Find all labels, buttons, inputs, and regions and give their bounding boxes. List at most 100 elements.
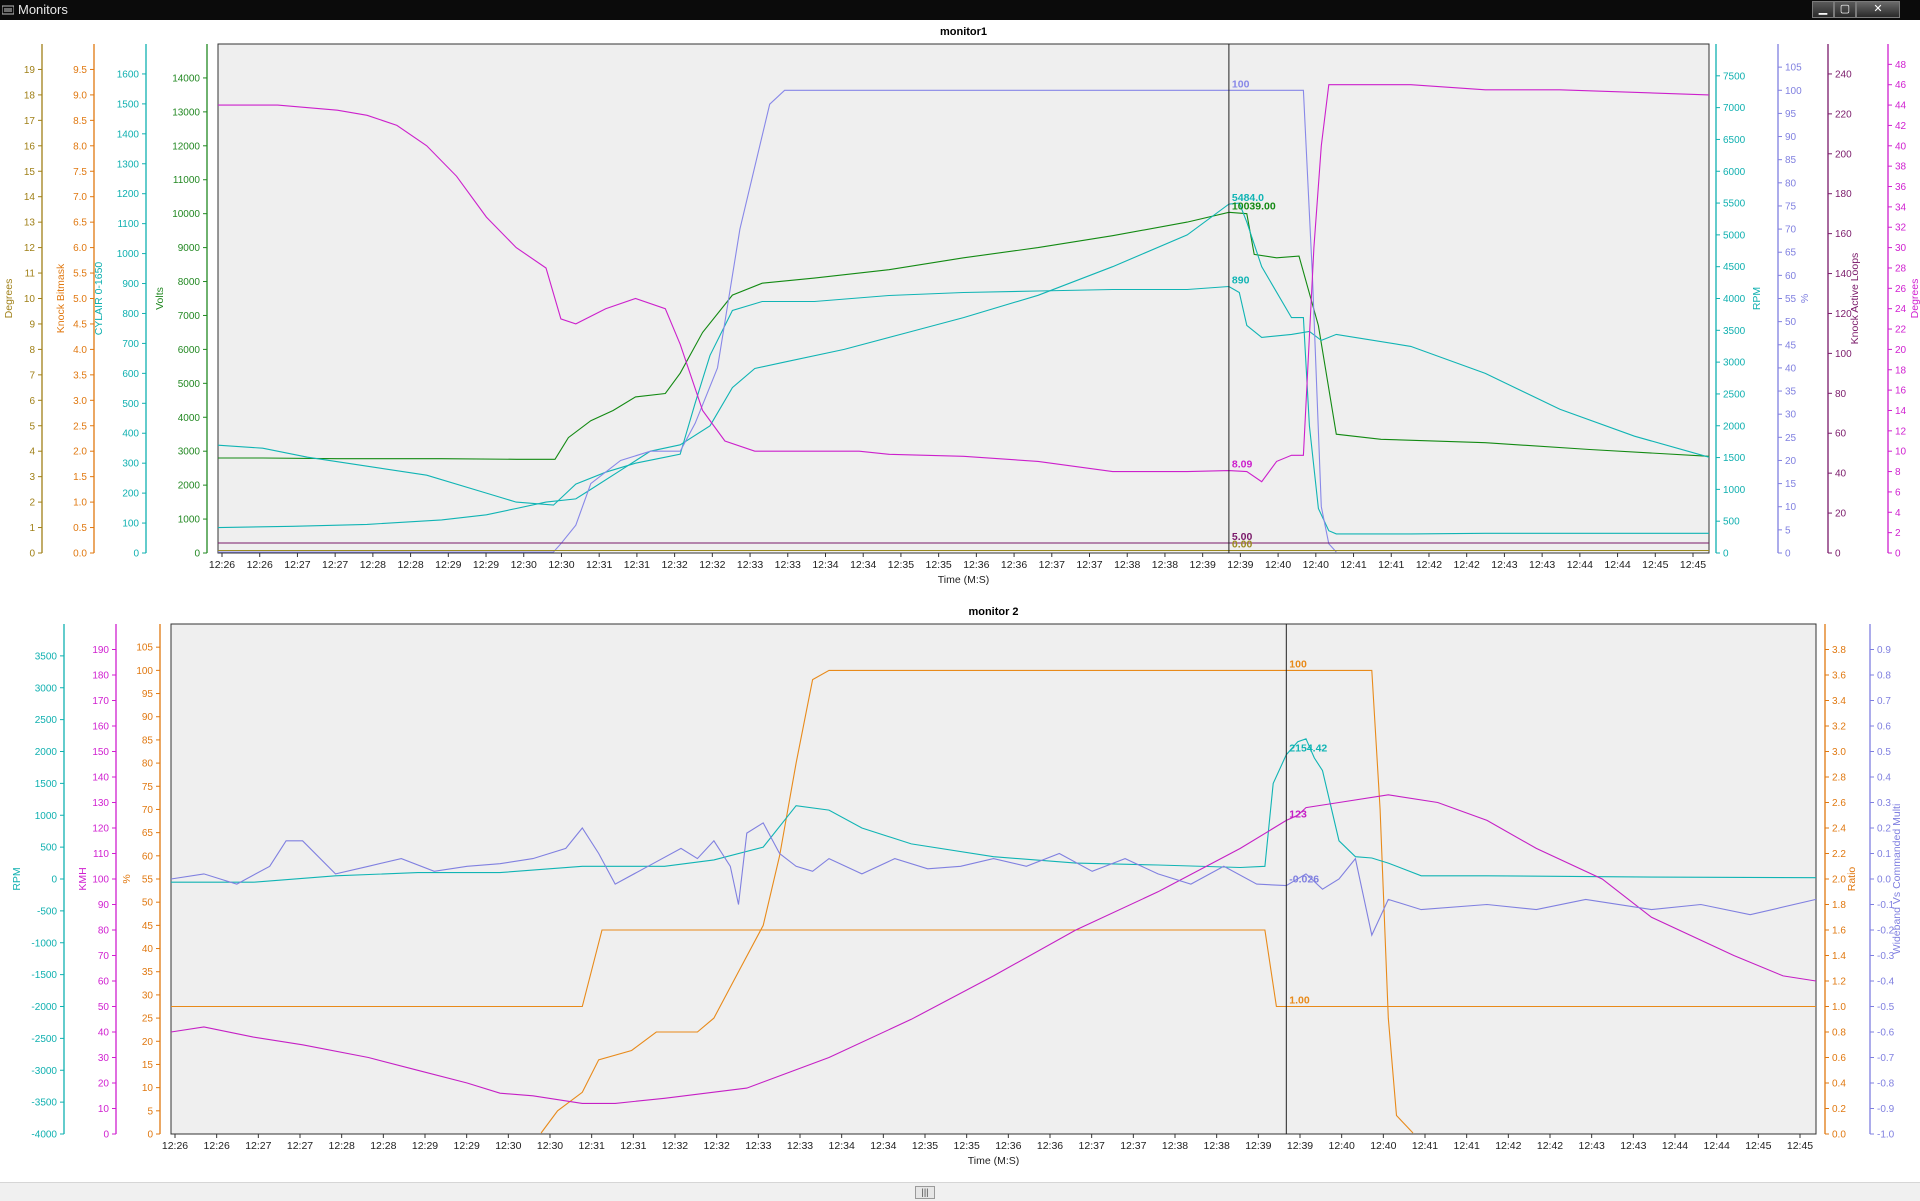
chart1-cursor-value: 5484.0: [1232, 192, 1264, 204]
chart1-ytick-label: 42: [1895, 121, 1907, 132]
chart2-ytick-label: -0.4: [1877, 977, 1895, 988]
chart2-ytick-label: 30: [142, 990, 154, 1001]
chart2-ytick-label: 45: [142, 921, 154, 932]
chart1-ytick-label: 2500: [1723, 389, 1746, 400]
chart2-xtick-label: 12:38: [1162, 1140, 1188, 1152]
chart1-xtick-label: 12:33: [737, 559, 763, 571]
chart2-ytick-label: -1500: [31, 970, 57, 981]
chart2-xtick-label: 12:27: [245, 1140, 271, 1152]
chart1-ytick-label: 12: [24, 243, 36, 254]
minimize-button[interactable]: ▁: [1812, 1, 1834, 18]
chart2-ytick-label: 100: [92, 875, 109, 886]
chart1-ytick-label: 7000: [178, 311, 201, 322]
chart2-ytick-label: 0: [103, 1130, 109, 1141]
chart1-ytick-label: 180: [1835, 189, 1852, 200]
chart1-ytick-label: 1600: [117, 69, 140, 80]
chart2-ytick-label: 70: [142, 805, 154, 816]
chart2-ytick-label: 160: [92, 722, 109, 733]
chart2-ytick-label: 0.5: [1877, 747, 1891, 758]
chart2-ytick-label: 85: [142, 735, 154, 746]
chart1-ytick-label: 7: [29, 370, 35, 381]
chart1-axis-label: Knock Bitmask: [55, 263, 67, 333]
chart1-ytick-label: 240: [1835, 69, 1852, 80]
chart2-ytick-label: -0.5: [1877, 1002, 1895, 1013]
chart1-ytick-label: 20: [1895, 345, 1907, 356]
chart1-cursor-value: 8.09: [1232, 459, 1253, 471]
chart1-axis-label: CYLAIR 0-1650: [93, 262, 105, 336]
chart2-xtick-label: 12:36: [1037, 1140, 1063, 1152]
chart1-xlabel: Time (M:S): [938, 574, 990, 586]
maximize-button[interactable]: ▢: [1834, 1, 1856, 18]
chart1-ytick-label: 9.0: [73, 90, 87, 101]
chart1-cursor-value: 890: [1232, 275, 1250, 287]
chart1-ytick-label: 20: [1835, 509, 1847, 520]
monitor1-chart[interactable]: monitor112:26 12:26 12:27 12:27 12:28 12:28 12…: [3, 26, 1920, 586]
chart1-xtick-label: 12:37: [1039, 559, 1065, 571]
chart2-xtick-label: 12:40: [1329, 1140, 1355, 1152]
chart2-ytick-label: 80: [142, 759, 154, 770]
chart1-ytick-label: 14000: [172, 73, 200, 84]
chart1-title: monitor1: [940, 26, 987, 38]
chart1-xtick-label: 12:42: [1416, 559, 1442, 571]
chart1-ytick-label: 6: [1895, 487, 1901, 498]
chart1-ytick-label: 0: [1895, 549, 1901, 560]
chart1-xtick-label: 12:38: [1114, 559, 1140, 571]
chart1-ytick-label: 2: [1895, 528, 1901, 539]
chart1-xtick-label: 12:40: [1265, 559, 1291, 571]
chart2-plot-area[interactable]: [170, 623, 1817, 1135]
chart2-ytick-label: -2500: [31, 1034, 57, 1045]
chart1-ytick-label: 14: [1895, 406, 1907, 417]
monitor2-chart[interactable]: monitor 2 12:26 12:26 12:27 12:27 12:28 12:28 1…: [11, 606, 1903, 1167]
chart2-ytick-label: 0: [51, 875, 57, 886]
horizontal-scrollbar[interactable]: |||: [0, 1182, 1920, 1201]
chart1-ytick-label: 17: [24, 116, 36, 127]
chart2-ytick-label: 2.8: [1832, 773, 1846, 784]
chart2-ytick-label: -3000: [31, 1066, 57, 1077]
chart2-ytick-label: 0.1: [1877, 849, 1891, 860]
chart1-ytick-label: 3: [29, 472, 35, 483]
chart1-ytick-label: 8.0: [73, 141, 87, 152]
chart1-ytick-label: 300: [122, 459, 139, 470]
chart2-ytick-label: 0.6: [1877, 722, 1891, 733]
chart2-ytick-label: -500: [37, 906, 57, 917]
chart2-ytick-label: 60: [142, 851, 154, 862]
chart1-ytick-label: 1.5: [73, 472, 87, 483]
chart1-ytick-label: 9.5: [73, 65, 87, 76]
chart2-ytick-label: 0.0: [1877, 875, 1891, 886]
chart2-ytick-label: 1000: [35, 811, 58, 822]
chart1-xtick-label: 12:30: [511, 559, 537, 571]
chart1-xtick-label: 12:40: [1303, 559, 1329, 571]
chart2-ytick-label: 25: [142, 1014, 154, 1025]
chart1-ytick-label: 0: [1785, 549, 1791, 560]
chart1-axis-label: %: [1799, 294, 1811, 303]
chart2-ytick-label: 55: [142, 875, 154, 886]
chart1-ytick-label: 6.0: [73, 243, 87, 254]
chart1-ytick-label: 5000: [1723, 230, 1746, 241]
chart2-ytick-label: 75: [142, 782, 154, 793]
close-button[interactable]: ✕: [1856, 1, 1900, 18]
scrollbar-thumb[interactable]: |||: [915, 1186, 935, 1199]
chart1-ytick-label: 11000: [173, 175, 201, 186]
chart1-ytick-label: 1.0: [73, 498, 87, 509]
chart2-ytick-label: 120: [92, 824, 109, 835]
chart2-ytick-label: 0.9: [1877, 645, 1891, 656]
chart1-ytick-label: 5000: [178, 379, 201, 390]
chart1-ytick-label: 22: [1895, 325, 1907, 336]
chart2-xtick-label: 12:34: [829, 1140, 855, 1152]
chart1-ytick-label: 2000: [178, 481, 201, 492]
chart1-ytick-label: 9: [29, 319, 35, 330]
chart1-ytick-label: 600: [122, 369, 139, 380]
chart1-xtick-label: 12:36: [1001, 559, 1027, 571]
chart2-xtick-label: 12:29: [412, 1140, 438, 1152]
chart1-ytick-label: 4.5: [73, 319, 87, 330]
chart1-xtick-label: 12:29: [473, 559, 499, 571]
chart1-ytick-label: 40: [1835, 469, 1847, 480]
chart1-ytick-label: 48: [1895, 60, 1907, 71]
chart2-ytick-label: 90: [98, 900, 110, 911]
chart1-plot-area[interactable]: [217, 43, 1710, 554]
chart1-ytick-label: 36: [1895, 182, 1907, 193]
chart1-ytick-label: 3500: [1723, 326, 1746, 337]
chart1-ytick-label: 35: [1785, 387, 1797, 398]
chart2-ytick-label: 140: [92, 773, 109, 784]
chart2-xtick-label: 12:30: [495, 1140, 521, 1152]
